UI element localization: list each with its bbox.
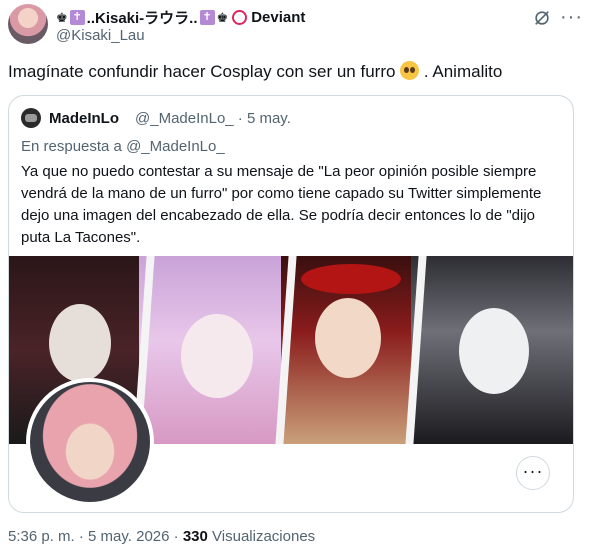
more-options-button[interactable]: ··· (516, 456, 550, 490)
cosplay-face (315, 298, 381, 378)
timestamp-link[interactable]: 5:36 p. m. (8, 528, 75, 545)
ring-icon (232, 10, 248, 25)
cosplay-face (181, 314, 253, 398)
quote-body: Ya que no puedo contestar a su mensaje d… (21, 163, 542, 246)
quote-author-avatar[interactable] (21, 108, 41, 128)
cosplay-face (459, 308, 529, 394)
profile-photo (26, 378, 154, 506)
crown-glyph: ♚ (56, 9, 68, 25)
cross-glyph: ✝ (199, 10, 215, 25)
mute-icon[interactable] (533, 9, 551, 27)
author-name-suffix: Deviant (251, 9, 306, 26)
tweet-text-after: . Animalito (419, 62, 503, 81)
cross-glyph: ✝ (69, 10, 85, 25)
tweet-text-before: Imagínate confundir hacer Cosplay con se… (8, 62, 401, 81)
quoted-tweet-card[interactable]: MadeInLo @_MadeInLo_ · 5 may. En respues… (8, 95, 574, 513)
views-count[interactable]: 330 (183, 528, 208, 545)
more-icon[interactable]: ··· (560, 6, 583, 29)
views-label: Visualizaciones (212, 528, 316, 545)
author-name-text: ..Kisaki-ラウラ.. (86, 10, 198, 27)
cosplay-hat (301, 264, 401, 294)
pleading-face-icon (400, 61, 420, 80)
meta-separator: · (173, 528, 179, 545)
author-display-name[interactable]: ♚ ✝ ..Kisaki-ラウラ.. ✝ ♚ Deviant (56, 7, 305, 28)
tweet-text: Imagínate confundir hacer Cosplay con se… (8, 61, 502, 83)
tweet-header: ♚ ✝ ..Kisaki-ラウラ.. ✝ ♚ Deviant @Kisaki_L… (8, 4, 587, 48)
tweet-meta: 5:36 p. m. · 5 may. 2026 · 330 Visualiza… (8, 528, 315, 545)
quote-author-handle[interactable]: @_MadeInLo_ · 5 may. (135, 110, 291, 127)
meta-separator: · (78, 528, 84, 545)
quote-author-name[interactable]: MadeInLo (49, 110, 119, 127)
quote-reply-to: En respuesta a @_MadeInLo_ (21, 138, 225, 155)
cosplay-face (49, 304, 111, 382)
crown-glyph: ♚ (216, 9, 229, 25)
date-link[interactable]: 5 may. 2026 (88, 528, 169, 545)
author-avatar[interactable] (8, 4, 48, 44)
author-handle[interactable]: @Kisaki_Lau (56, 27, 145, 44)
